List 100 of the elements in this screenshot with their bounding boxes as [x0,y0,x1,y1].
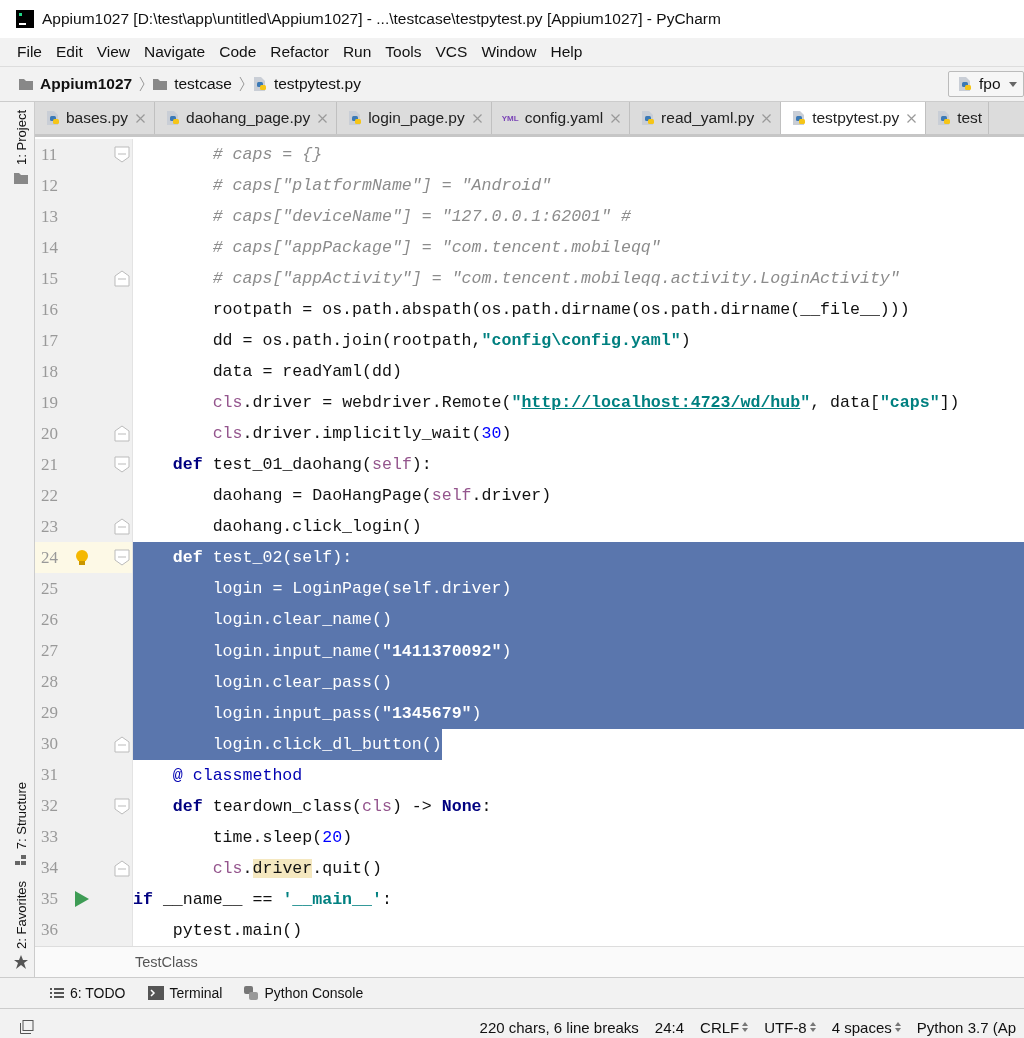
menu-item[interactable]: File [10,43,49,61]
line-number: 16 [40,299,59,320]
code-line: login.clear_pass() [211,671,392,694]
python-file-icon [165,110,182,126]
line-number: 21 [40,454,59,475]
menu-item[interactable]: Code [212,43,264,61]
code-line: login.clear_name() [211,609,392,632]
close-icon[interactable] [762,113,772,123]
breadcrumb-item[interactable]: Appium1027 [40,75,133,93]
lightbulb-icon[interactable] [75,549,89,568]
folder-icon [152,77,169,91]
file-tab[interactable]: daohang_page.py [155,102,338,134]
code-line: if __name__ == '__main__': [133,888,392,911]
code-line: # caps["platformName"] = "Android" [211,175,552,198]
code-line: # caps = {} [211,144,323,166]
fold-marker-icon[interactable] [114,456,130,474]
status-dropdown[interactable]: 4 spaces [823,1018,909,1036]
line-number: 12 [40,175,59,196]
python-file-icon [251,76,268,92]
breadcrumb-item[interactable]: testpytest.py [273,75,361,93]
menu-item[interactable]: Tools [378,43,429,61]
code-line: # caps["appPackage"] = "com.tencent.mobileqq" [211,237,661,260]
menu-item[interactable]: VCS [428,43,475,61]
line-number: 25 [40,578,59,599]
line-number: 27 [40,641,59,661]
line-number: 23 [40,516,59,537]
menu-item[interactable]: View [89,43,138,61]
menu-item[interactable]: Refactor [263,43,336,61]
code-line: cls.driver.implicitly_wait(30) [211,423,512,446]
code-line: cls.driver.quit() [211,857,382,880]
menu-item[interactable]: Navigate [137,43,213,61]
menu-item[interactable]: Help [543,43,590,61]
run-config-dropdown[interactable]: fpo [948,71,1024,97]
line-number: 17 [40,330,59,351]
fold-marker-icon[interactable] [114,797,130,815]
tool-window-tab[interactable]: 2: Favorites [13,881,29,949]
close-icon[interactable] [136,113,146,123]
up-down-caret-icon [894,1022,901,1032]
line-number: 35 [40,889,59,910]
caret-icon [1009,81,1017,87]
folder-icon [13,170,29,185]
code-line: data = readYaml(dd) [211,361,402,384]
line-number: 28 [40,672,59,693]
close-icon[interactable] [907,113,917,123]
editor-breadcrumb[interactable]: TestClass [135,954,198,970]
file-tab[interactable]: YML config.yaml [491,102,631,134]
fold-marker-icon[interactable] [114,549,130,567]
code-line: login = LoginPage(self.driver) [211,578,512,601]
menu-item[interactable]: Run [335,43,379,61]
file-tab[interactable]: test [926,102,990,134]
code-line: # caps["deviceName"] = "127.0.0.1:62001" # [211,206,631,229]
fold-marker-icon[interactable] [114,859,130,877]
line-number: 15 [40,268,59,289]
line-number: 31 [40,765,59,786]
fold-marker-icon[interactable] [114,425,130,443]
python-file-icon [347,110,364,126]
code-line: daohang.click_login() [211,516,422,539]
breadcrumb-item[interactable]: testcase [174,75,232,93]
fold-marker-icon[interactable] [114,270,130,288]
fold-marker-icon[interactable] [114,518,130,536]
fold-marker-icon[interactable] [114,146,130,163]
status-dropdown[interactable]: UTF-8 [756,1018,824,1036]
code-line: pytest.main() [171,919,303,942]
tool-window-tab[interactable]: 7: Structure [13,781,29,850]
tool-window-button[interactable]: 6: TODO [50,985,126,1001]
line-number: 14 [40,237,59,258]
close-icon[interactable] [318,113,328,123]
menu-item[interactable]: Edit [49,43,90,61]
code-line: login.input_pass("1345679") [211,702,482,725]
close-icon[interactable] [611,113,621,123]
status-text: 220 chars, 6 line breaks [478,1018,640,1036]
code-line: cls.driver = webdriver.Remote("http://localhost:4723/wd/hub", data["caps"]) [211,392,960,415]
run-icon[interactable] [75,890,89,907]
close-icon[interactable] [472,113,482,123]
list-icon [50,987,64,999]
tool-window-tab[interactable]: 1: Project [13,110,29,165]
file-tab[interactable]: login_page.py [337,102,492,134]
file-tab[interactable]: bases.py [35,102,156,134]
line-number: 20 [40,423,59,444]
tool-window-button[interactable]: Terminal [147,985,223,1001]
code-line: def test_01_daohang(self): [171,454,432,477]
line-number: 19 [40,392,59,413]
python-icon [957,76,973,92]
line-number: 22 [40,485,59,506]
python-file-icon [640,110,657,126]
line-number: 29 [40,703,59,724]
file-tab[interactable]: testpytest.py [781,102,927,134]
folder-icon [18,77,34,91]
fold-marker-icon[interactable] [114,735,130,753]
status-dropdown[interactable]: CRLF [692,1018,757,1036]
line-number: 34 [40,858,59,879]
chevron-icon [238,76,245,92]
yaml-file-icon: YML [501,113,520,123]
menu-item[interactable]: Window [474,43,544,61]
code-line: @ classmethod [171,764,303,787]
python-file-icon [791,110,808,126]
panel-toggle-icon[interactable] [20,1020,34,1034]
line-number: 26 [40,610,59,630]
tool-window-button[interactable]: Python Console [244,985,364,1001]
code-line: daohang = DaoHangPage(self.driver) [211,485,552,508]
